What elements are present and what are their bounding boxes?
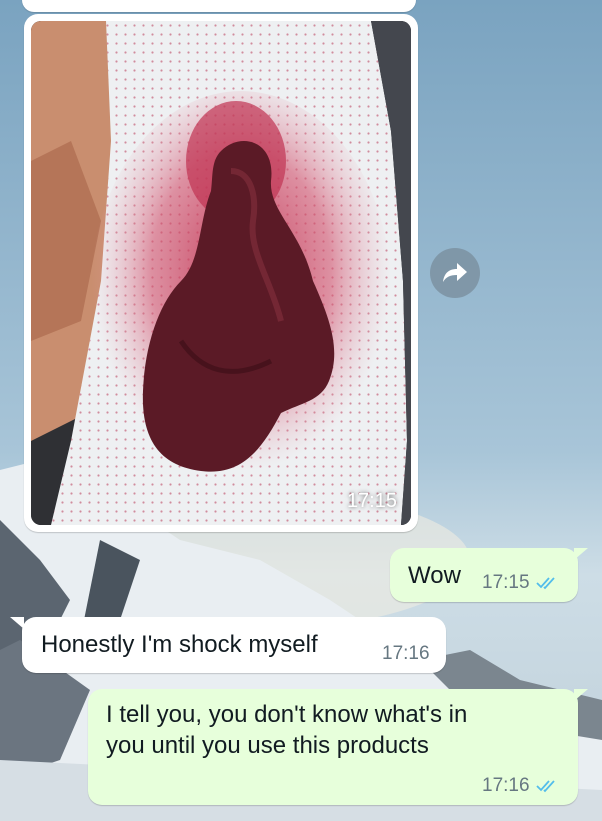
photo-content xyxy=(31,21,411,525)
message-bubble-outgoing[interactable]: Wow 17:15 xyxy=(390,548,578,602)
message-timestamp: 17:16 xyxy=(382,643,430,664)
message-bubble-incoming[interactable]: Honestly I'm shock myself 17:16 xyxy=(22,617,446,673)
bubble-tail xyxy=(10,617,24,629)
image-timestamp: 17:15 xyxy=(346,490,397,512)
message-text: Honestly I'm shock myself xyxy=(41,631,318,658)
message-line: you until you use this products xyxy=(106,732,429,759)
message-meta: 17:16 xyxy=(482,775,560,797)
message-bubble-outgoing[interactable]: I tell you, you don't know what's in you… xyxy=(88,689,578,805)
double-check-blue-icon xyxy=(535,577,555,590)
previous-message-bubble xyxy=(22,0,416,12)
shared-photo[interactable]: 17:15 xyxy=(31,21,411,525)
message-text: Wow xyxy=(408,562,461,589)
double-check-blue-icon xyxy=(535,780,555,793)
message-meta: 17:16 xyxy=(382,643,430,665)
bubble-tail xyxy=(574,689,588,701)
message-meta: 17:15 xyxy=(482,572,560,594)
message-text: I tell you, you don't know what's in you… xyxy=(106,699,467,761)
message-timestamp: 17:15 xyxy=(482,572,530,593)
image-message-bubble[interactable]: 17:15 xyxy=(24,14,418,532)
message-timestamp: 17:16 xyxy=(482,775,530,796)
bubble-tail xyxy=(574,548,588,560)
forward-arrow-icon xyxy=(443,263,467,282)
forward-button[interactable] xyxy=(430,248,480,298)
message-line: I tell you, you don't know what's in xyxy=(106,701,468,728)
